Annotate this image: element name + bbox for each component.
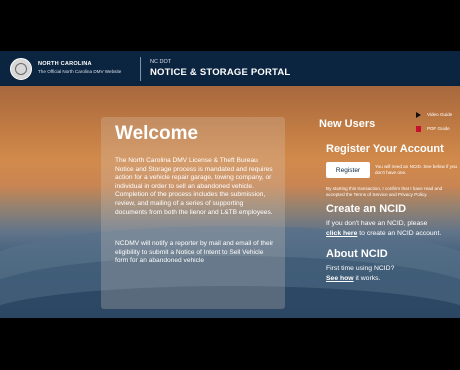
pdf-icon — [416, 126, 421, 132]
about-ncid-text: First time using NCID? See how it works. — [326, 264, 458, 283]
create-ncid-pre: If you don't have an NCID, please — [326, 220, 428, 227]
state-seal-icon — [10, 58, 32, 80]
welcome-paragraph-notify: NCDMV will notify a reporter by mail and… — [115, 240, 274, 265]
play-icon — [416, 112, 421, 118]
pdf-guide-label: PDF Guide — [427, 126, 450, 132]
create-ncid-heading: Create an NCID — [326, 203, 407, 215]
state-website-subtitle[interactable]: The Official North Carolina DMV Website — [38, 69, 121, 74]
about-ncid-post: it works. — [353, 274, 381, 282]
register-heading: Register Your Account — [326, 143, 444, 155]
consent-text: By starting this transaction, I confirm … — [326, 186, 443, 198]
site-header: NORTH CAROLINA The Official North Caroli… — [0, 51, 460, 86]
portal-title: NOTICE & STORAGE PORTAL — [150, 67, 291, 78]
register-button[interactable]: Register — [326, 162, 370, 178]
new-users-heading: New Users — [319, 118, 376, 130]
header-divider — [140, 57, 141, 81]
register-note: You will need an NCID. See below if you … — [375, 164, 458, 176]
agency-label: NC DOT — [150, 59, 172, 65]
state-name[interactable]: NORTH CAROLINA — [38, 61, 92, 67]
welcome-paragraph-process: The North Carolina DMV License & Theft B… — [115, 157, 273, 216]
about-ncid-heading: About NCID — [326, 248, 388, 260]
welcome-panel: Welcome The North Carolina DMV License &… — [101, 117, 285, 309]
screen-frame: NORTH CAROLINA The Official North Caroli… — [0, 0, 460, 370]
pdf-guide-link[interactable]: PDF Guide — [416, 126, 450, 132]
video-guide-link[interactable]: Video Guide — [416, 112, 452, 118]
create-ncid-post: to create an NCID account. — [357, 229, 442, 237]
video-guide-label: Video Guide — [427, 112, 453, 118]
about-ncid-question: First time using NCID? — [326, 265, 395, 272]
create-ncid-text: If you don't have an NCID, please click … — [326, 219, 458, 238]
welcome-title: Welcome — [115, 123, 199, 144]
create-ncid-link[interactable]: click here — [326, 230, 357, 237]
see-how-link[interactable]: See how — [326, 275, 354, 282]
